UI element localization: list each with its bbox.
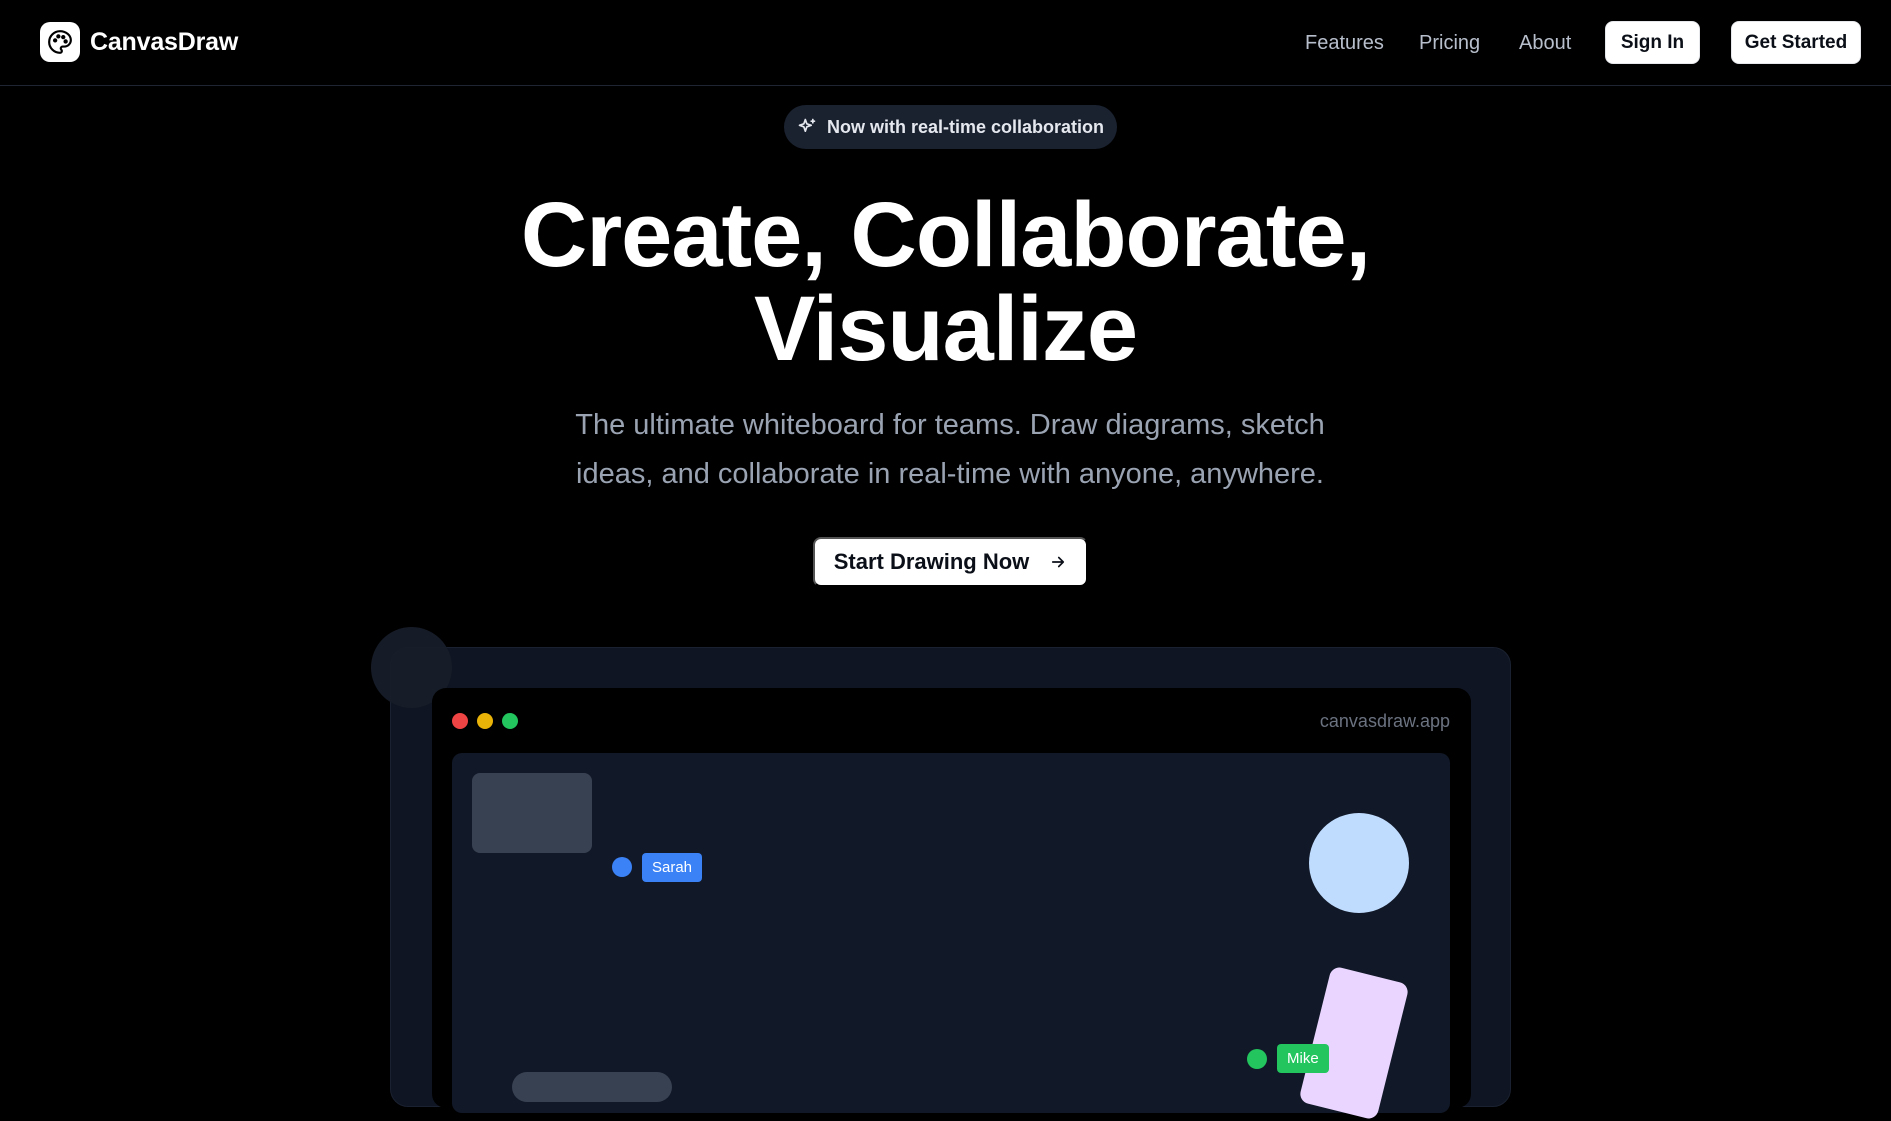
sign-in-button[interactable]: Sign In xyxy=(1605,21,1700,64)
window-maximize-dot xyxy=(502,713,518,729)
cursor-dot-sarah xyxy=(612,857,632,877)
hero-title-line-2: Visualize xyxy=(753,278,1138,380)
nav-link-about[interactable]: About xyxy=(1519,32,1571,55)
canvas-circle-shape xyxy=(1309,813,1409,913)
get-started-button[interactable]: Get Started xyxy=(1731,21,1861,64)
hero-subtitle-line-1: The ultimate whiteboard for teams. Draw … xyxy=(575,409,1325,441)
cursor-label-mike: Mike xyxy=(1277,1044,1329,1073)
hero-title: Create, Collaborate, Visualize xyxy=(0,188,1891,376)
nav-link-pricing[interactable]: Pricing xyxy=(1419,32,1480,55)
nav-link-features[interactable]: Features xyxy=(1305,32,1384,55)
window-close-dot xyxy=(452,713,468,729)
hero-subtitle: The ultimate whiteboard for teams. Draw … xyxy=(545,401,1355,499)
cursor-dot-mike xyxy=(1247,1049,1267,1069)
cursor-label-sarah: Sarah xyxy=(642,853,703,882)
canvas-pill-shape xyxy=(512,1072,672,1102)
badge-text: Now with real-time collaboration xyxy=(826,116,1105,137)
cta-label: Start Drawing Now xyxy=(833,549,1030,574)
canvas-rectangle-shape xyxy=(472,773,592,853)
announcement-badge[interactable]: Now with real-time collaboration xyxy=(784,105,1117,149)
start-drawing-button[interactable]: Start Drawing Now xyxy=(813,537,1088,587)
preview-url: canvasdraw.app xyxy=(1319,711,1450,731)
hero-subtitle-line-2: ideas, and collaborate in real-time with… xyxy=(576,458,1324,490)
window-minimize-dot xyxy=(477,713,493,729)
sparkles-icon xyxy=(798,118,816,132)
hero-title-line-1: Create, Collaborate, xyxy=(520,184,1371,286)
site-header: CanvasDraw Features Pricing About Sign I… xyxy=(0,0,1891,86)
arrow-right-icon xyxy=(1052,556,1065,568)
